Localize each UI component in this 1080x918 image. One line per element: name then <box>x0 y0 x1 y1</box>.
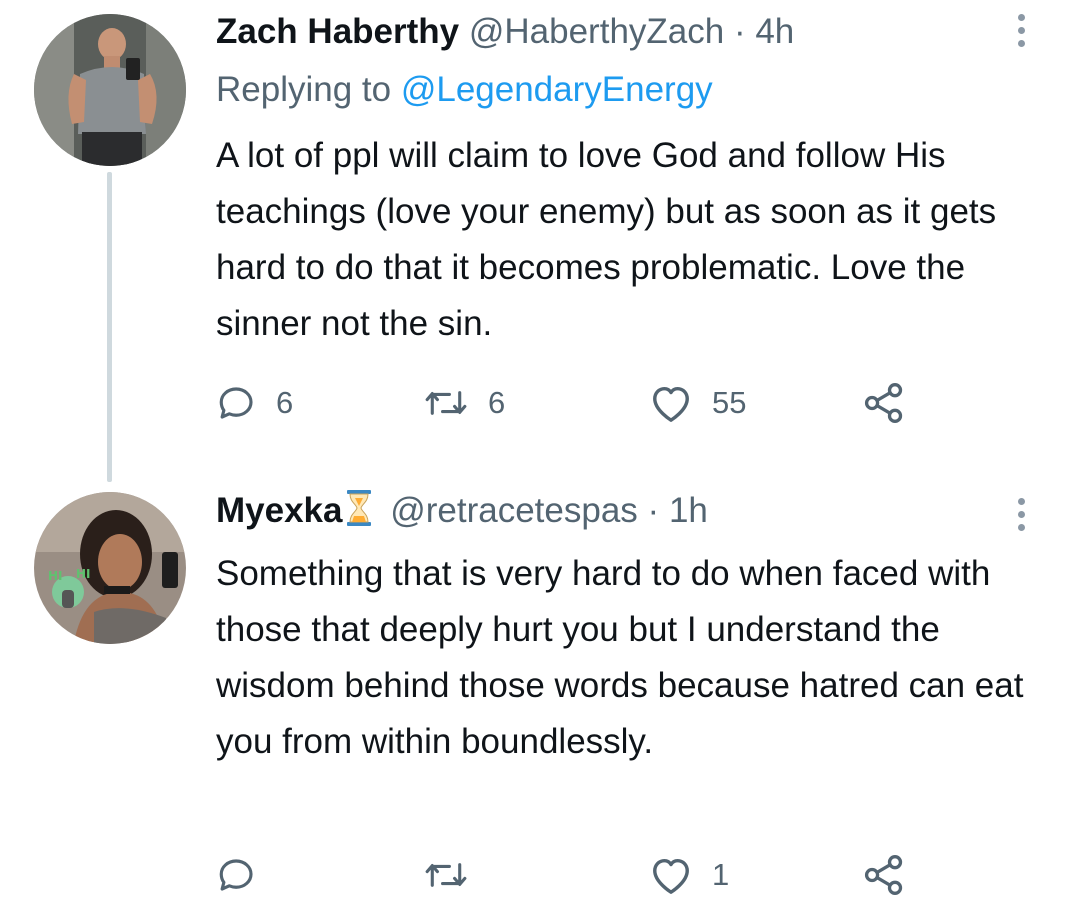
timestamp[interactable]: 1h <box>669 491 708 530</box>
reply-icon <box>219 387 253 419</box>
tweet-text: A lot of ppl will claim to love God and … <box>216 136 997 343</box>
svg-text:HI: HI <box>76 567 91 581</box>
reply-count: 6 <box>276 385 294 420</box>
like-icon <box>653 858 689 894</box>
like-button[interactable]: 55 <box>648 378 746 428</box>
tweet-header: Zach Haberthy @HaberthyZach · 4h <box>216 10 794 54</box>
timestamp[interactable]: 4h <box>755 12 794 51</box>
display-name[interactable]: Myexka <box>216 491 342 530</box>
share-icon <box>864 855 903 895</box>
retweet-icon <box>425 863 467 887</box>
user-handle[interactable]: @HaberthyZach <box>469 12 724 51</box>
hourglass-icon <box>347 490 372 526</box>
reply-button[interactable] <box>216 850 276 900</box>
retweet-count: 6 <box>488 385 506 420</box>
replying-to-label: Replying to <box>216 70 401 109</box>
action-bar: 1 <box>216 850 1076 900</box>
user-handle[interactable]: @retracetespas <box>390 491 638 530</box>
retweet-button[interactable] <box>422 850 488 900</box>
separator-dot: · <box>733 12 746 51</box>
action-bar: 6 6 55 <box>216 378 1076 428</box>
svg-text:HI: HI <box>48 569 63 583</box>
separator-dot: · <box>647 491 660 530</box>
tweet-text: Something that is very hard to do when f… <box>216 554 1024 761</box>
tweet-header: Myexka @retracetespas · 1h <box>216 488 708 533</box>
tweet[interactable]: Zach Haberthy @HaberthyZach · 4h Replyin… <box>0 0 1080 482</box>
thread-line <box>107 172 112 482</box>
more-icon[interactable] <box>1018 498 1028 531</box>
more-icon[interactable] <box>1018 14 1028 47</box>
like-count: 1 <box>712 857 730 892</box>
mention-link[interactable]: @LegendaryEnergy <box>401 70 713 109</box>
avatar[interactable]: HI HI <box>34 492 186 644</box>
share-icon <box>864 383 903 423</box>
like-count: 55 <box>712 385 747 420</box>
replying-to: Replying to @LegendaryEnergy <box>216 68 713 112</box>
reply-icon <box>219 859 253 891</box>
like-button[interactable]: 1 <box>648 850 729 900</box>
share-button[interactable] <box>862 850 906 900</box>
like-icon <box>653 386 689 422</box>
tweet[interactable]: HI HI Myexka @retracetespas · 1h Somethi… <box>0 478 1080 918</box>
avatar[interactable] <box>34 14 186 166</box>
retweet-icon <box>425 391 467 415</box>
display-name[interactable]: Zach Haberthy <box>216 12 459 51</box>
share-button[interactable] <box>862 378 906 428</box>
retweet-button[interactable]: 6 <box>422 378 505 428</box>
reply-button[interactable]: 6 <box>216 378 293 428</box>
